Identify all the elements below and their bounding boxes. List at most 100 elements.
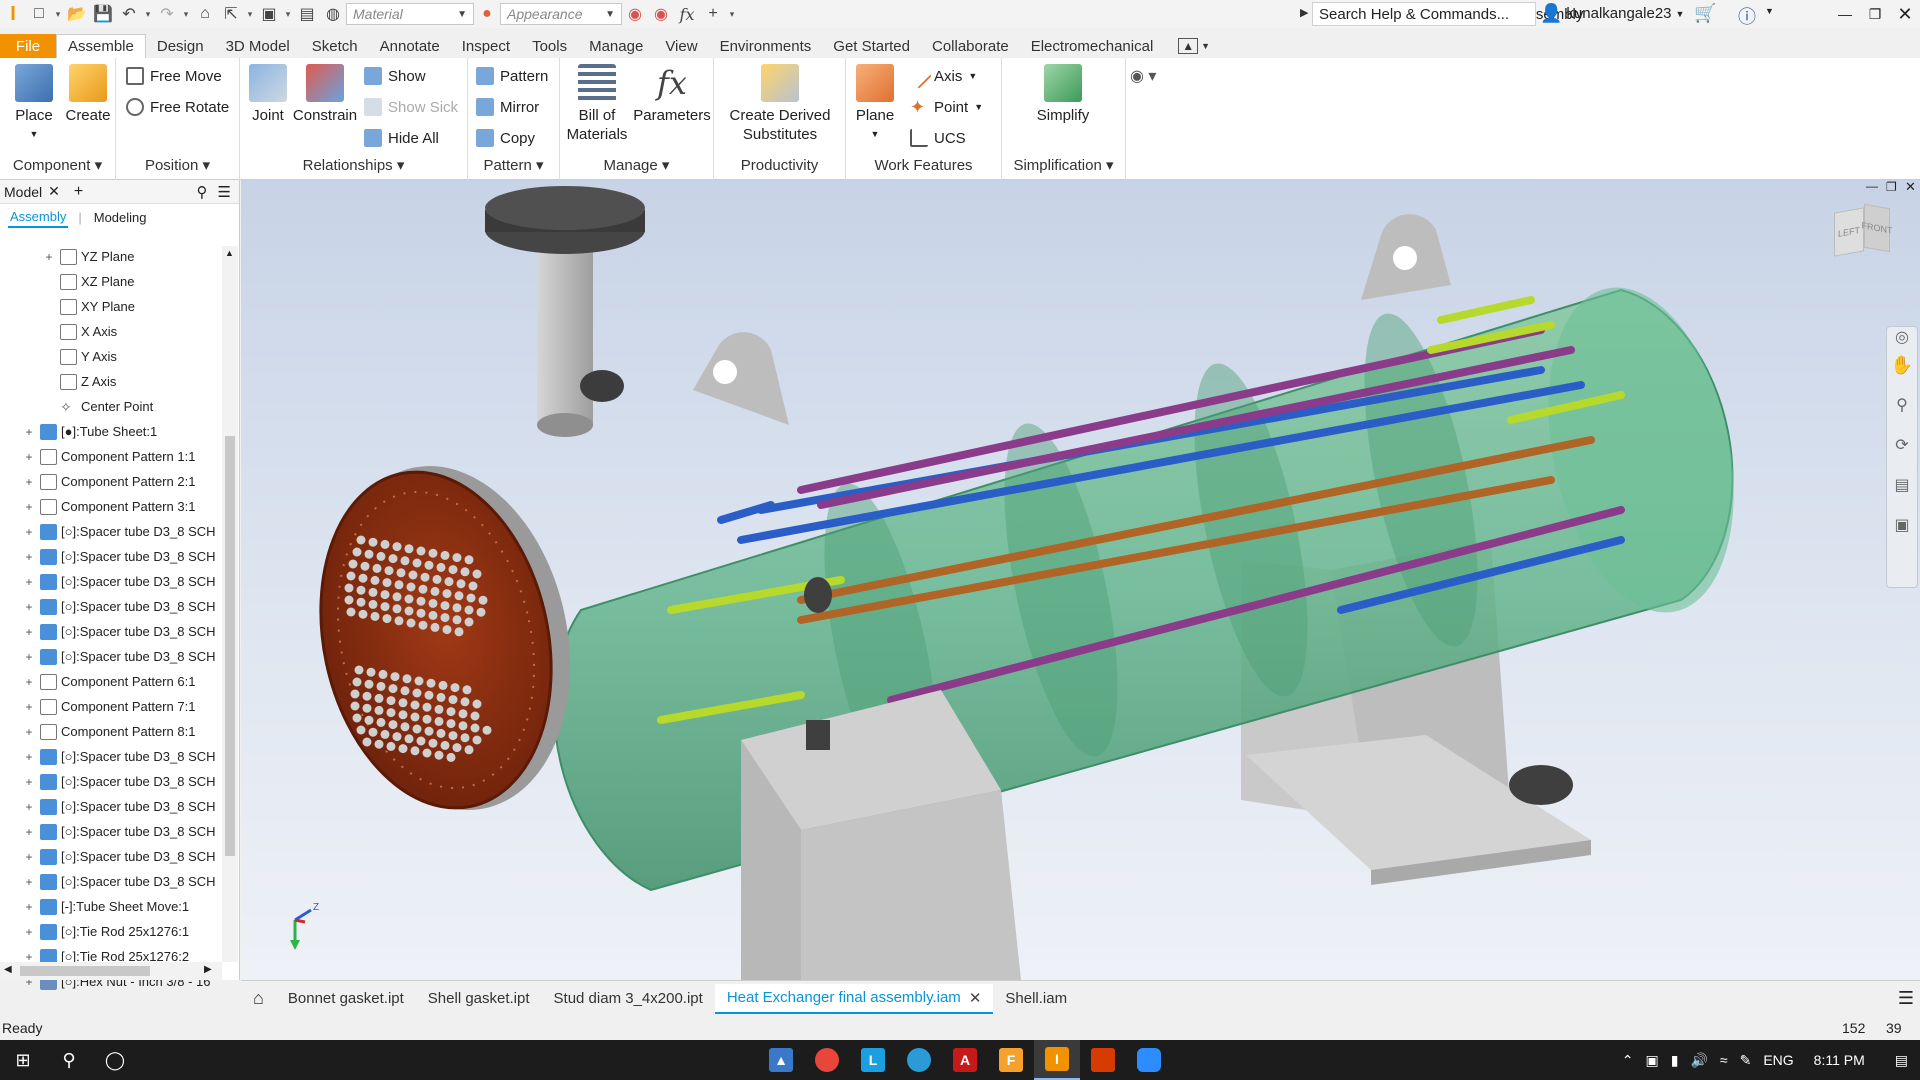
taskbar-app-icon[interactable]: L [850,1040,896,1080]
menu-icon[interactable]: ☰ [218,183,231,201]
ucs-button[interactable]: UCS [910,126,966,150]
expand-icon[interactable]: + [22,825,36,839]
close-icon[interactable]: ✕ [969,989,982,1007]
tree-row[interactable]: + Component Pattern 2:1 [0,469,222,494]
copy-button[interactable]: Copy [476,126,535,150]
place-button[interactable]: Place ▼ [8,64,60,144]
home-tab[interactable]: ⌂ [241,984,276,1014]
show-button[interactable]: Show [364,64,426,88]
tree-row[interactable]: + [○]:Spacer tube D3_8 SCH [0,869,222,894]
acrobat-icon[interactable]: A [942,1040,988,1080]
viewport-close-icon[interactable]: ✕ [1905,180,1916,195]
clock[interactable]: 8:11 PM [1814,1052,1865,1068]
show-sick-button[interactable]: Show Sick [364,95,458,119]
zoom-icon[interactable]: ⚲ [1887,395,1917,435]
scroll-right-icon[interactable]: ▶ [204,964,212,975]
new-file-icon[interactable]: □ [26,2,52,26]
user-account[interactable]: 👤 kunalkangale23 ▼ [1540,3,1684,24]
material-sphere-icon[interactable]: ◍ [320,2,346,26]
chevron-up-icon[interactable]: ⌃ [1622,1052,1634,1069]
scroll-up-icon[interactable]: ▲ [225,248,234,258]
measure-icon[interactable]: ▤ [294,2,320,26]
select-icon[interactable]: ⇱ [218,2,244,26]
tree-row[interactable]: + [○]:Spacer tube D3_8 SCH [0,769,222,794]
inlet-nozzle[interactable] [485,186,645,437]
tab-assemble[interactable]: Assemble [56,34,146,58]
chrome-icon[interactable] [804,1040,850,1080]
help-dropdown-icon[interactable]: ▼ [1765,6,1774,16]
tab-manage[interactable]: Manage [578,34,654,58]
expand-icon[interactable]: + [22,875,36,889]
viewcube-front-face[interactable]: FRONT [1862,203,1893,253]
tab-collaborate[interactable]: Collaborate [921,34,1020,58]
expand-icon[interactable]: + [22,525,36,539]
viewport-restore-icon[interactable]: ❐ [1886,180,1897,194]
chevron-right-icon[interactable]: ▶ [1300,6,1308,19]
tree-horizontal-scrollbar[interactable]: ◀ ▶ [0,962,222,980]
zoom-window-icon[interactable]: ▣ [1887,515,1917,555]
home-icon[interactable]: ⌂ [192,2,218,26]
search-input[interactable]: Search Help & Commands... [1312,2,1536,26]
tree-row[interactable]: + Component Pattern 1:1 [0,444,222,469]
look-at-icon[interactable]: ▤ [1887,475,1917,515]
doc-tab[interactable]: Stud diam 3_4x200.ipt [542,984,715,1014]
tree-row[interactable]: + [○]:Spacer tube D3_8 SCH [0,644,222,669]
tree-row[interactable]: Y Axis [0,344,222,369]
edge-icon[interactable] [896,1040,942,1080]
tab-design[interactable]: Design [146,34,215,58]
minimize-icon[interactable]: — [1830,2,1860,26]
scroll-left-icon[interactable]: ◀ [4,964,12,975]
tree-row[interactable]: Z Axis [0,369,222,394]
panel-label-pattern[interactable]: Pattern ▾ [468,156,559,174]
tab-sketch[interactable]: Sketch [301,34,369,58]
tree-row[interactable]: + [○]:Tie Rod 25x1276:1 [0,919,222,944]
expand-icon[interactable]: + [22,600,36,614]
expand-icon[interactable]: + [22,425,36,439]
tab-electromechanical[interactable]: Electromechanical [1020,34,1165,58]
fusion-icon[interactable]: F [988,1040,1034,1080]
viewcube[interactable]: LEFT FRONT [1826,198,1893,264]
ribbon-display-toggle[interactable]: ▲ ▼ [1164,34,1224,58]
windows-start-icon[interactable]: ⊞ [0,1040,46,1080]
expand-icon[interactable]: + [22,750,36,764]
tab-environments[interactable]: Environments [709,34,823,58]
scrollbar-thumb[interactable] [20,966,150,976]
update-icon[interactable]: ▣ [256,2,282,26]
free-move-button[interactable]: Free Move [126,64,222,88]
tree-row[interactable]: + [○]:Spacer tube D3_8 SCH [0,819,222,844]
create-derived-substitutes-button[interactable]: Create Derived Substitutes [718,64,842,144]
doc-tab[interactable]: Shell gasket.ipt [416,984,542,1014]
doc-tab[interactable]: Shell.iam [993,984,1079,1014]
close-icon[interactable]: ✕ [1890,2,1920,26]
panel-label-component[interactable]: Component ▾ [0,156,115,174]
viewport-minimize-icon[interactable]: — [1866,180,1878,193]
search-icon[interactable]: ⚲ [197,183,208,201]
browser-title[interactable]: Model [0,184,48,200]
cart-icon[interactable]: 🛒 [1694,3,1716,24]
tree-row[interactable]: + [○]:Spacer tube D3_8 SCH [0,519,222,544]
expand-icon[interactable]: + [22,800,36,814]
cortana-icon[interactable]: ◯ [92,1040,138,1080]
redo-icon[interactable]: ↷ [154,2,180,26]
tab-3d-model[interactable]: 3D Model [215,34,301,58]
expand-icon[interactable]: + [22,450,36,464]
tree-row[interactable]: + Component Pattern 3:1 [0,494,222,519]
redo-dropdown-icon[interactable]: ▾ [180,9,192,20]
bill-of-materials-button[interactable]: Bill of Materials [562,64,632,144]
expand-icon[interactable]: + [22,725,36,739]
notifications-icon[interactable]: ▤ [1895,1052,1908,1069]
office-icon[interactable] [1080,1040,1126,1080]
undo-dropdown-icon[interactable]: ▾ [142,9,154,20]
expand-icon[interactable]: + [22,900,36,914]
ribbon-more-icon[interactable]: ◉ ▾ [1130,66,1156,86]
tab-inspect[interactable]: Inspect [451,34,521,58]
tree-row[interactable]: + YZ Plane [0,244,222,269]
tab-file[interactable]: File [0,34,56,58]
appearance-select[interactable]: Appearance ▼ [500,3,622,25]
expand-icon[interactable]: + [22,500,36,514]
tree-row[interactable]: + [○]:Spacer tube D3_8 SCH [0,744,222,769]
meet-now-icon[interactable]: ▣ [1646,1052,1659,1069]
heat-exchanger-model[interactable]: Z [241,180,1920,980]
pen-icon[interactable]: ✎ [1740,1052,1752,1069]
tree-row[interactable]: + [○]:Spacer tube D3_8 SCH [0,594,222,619]
